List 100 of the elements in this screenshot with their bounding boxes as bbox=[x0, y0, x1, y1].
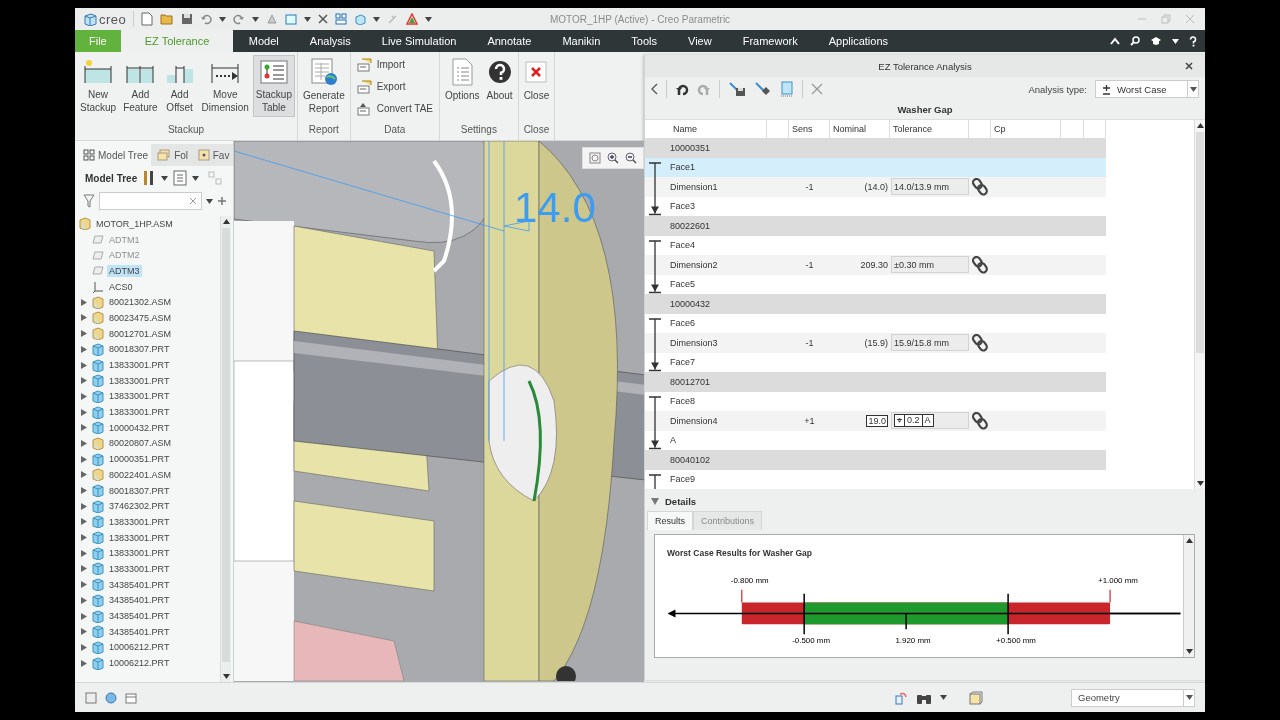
column-header[interactable]: Cp bbox=[994, 124, 1006, 134]
ribbon-button[interactable]: Stackup Table bbox=[252, 55, 295, 117]
table-row[interactable]: Dimension3 -1 (15.9) 15.9/15.8 mm bbox=[645, 333, 1106, 353]
ribbon-tab[interactable]: Analysis bbox=[294, 30, 367, 52]
details-tab[interactable]: Results bbox=[647, 511, 693, 530]
analysis-type-dropdown[interactable]: Worst Case bbox=[1095, 80, 1199, 98]
scrollbar-thumb[interactable] bbox=[222, 228, 230, 662]
ribbon-tab[interactable]: Tools bbox=[615, 30, 673, 52]
ribbon-tab[interactable]: View bbox=[672, 30, 728, 52]
tree-item[interactable]: 80021302.ASM bbox=[107, 296, 174, 309]
tolerance-field[interactable]: 14.0/13.9 mm bbox=[891, 178, 969, 196]
caret-icon[interactable] bbox=[206, 198, 213, 204]
column-header[interactable]: Nominal bbox=[833, 124, 866, 134]
tree-item[interactable]: 13833001.PRT bbox=[107, 562, 172, 575]
plus-icon[interactable] bbox=[217, 196, 227, 206]
tree-item[interactable]: 34385401.PRT bbox=[107, 578, 172, 591]
caret-icon[interactable] bbox=[192, 175, 200, 181]
search-field[interactable] bbox=[99, 192, 202, 210]
table-row[interactable]: Dimension4 +1 19.0 ⌖ 0.2 A bbox=[645, 411, 1106, 431]
panel-tab[interactable]: Fol bbox=[151, 144, 192, 166]
tree-item[interactable]: 34385401.PRT bbox=[107, 610, 172, 623]
ribbon-tab[interactable]: Model bbox=[233, 30, 295, 52]
new-file-icon[interactable] bbox=[141, 12, 154, 26]
column-header[interactable]: Sens bbox=[792, 124, 813, 134]
tree-item[interactable]: ADTM3 bbox=[107, 264, 142, 277]
section-header[interactable]: Details bbox=[665, 495, 697, 507]
panel-tab[interactable]: Model Tree bbox=[75, 144, 152, 166]
back-icon[interactable] bbox=[651, 83, 658, 95]
caret-icon[interactable] bbox=[1172, 38, 1179, 44]
tree-item[interactable]: 10006212.PRT bbox=[107, 657, 172, 670]
scroll-up-icon[interactable] bbox=[222, 219, 230, 224]
ribbon-button[interactable]: Add Feature bbox=[120, 55, 161, 117]
zoom-fit-icon[interactable] bbox=[589, 152, 601, 164]
tree-item[interactable]: 80022401.ASM bbox=[107, 468, 174, 481]
spin-icon[interactable] bbox=[894, 690, 908, 705]
help-icon[interactable] bbox=[1189, 35, 1197, 47]
box-view-icon[interactable] bbox=[969, 690, 983, 705]
appearance-icon[interactable] bbox=[406, 13, 419, 25]
caret-icon[interactable] bbox=[373, 16, 381, 22]
globe-icon[interactable] bbox=[105, 691, 117, 704]
close-icon[interactable] bbox=[1185, 62, 1193, 70]
folder-icon[interactable] bbox=[160, 13, 175, 25]
tree-item[interactable]: 34385401.PRT bbox=[107, 625, 172, 638]
ribbon-button[interactable]: Convert TAE bbox=[356, 100, 434, 117]
ribbon-button[interactable]: Add Offset bbox=[161, 55, 198, 117]
tree-item[interactable]: 34385401.PRT bbox=[107, 594, 172, 607]
panel-tab[interactable]: Fav bbox=[191, 144, 233, 166]
scroll-down-icon[interactable] bbox=[1196, 481, 1204, 486]
ribbon-button[interactable]: Move Dimension bbox=[198, 55, 252, 117]
tree-item[interactable]: 10006212.PRT bbox=[107, 641, 172, 654]
ribbon-button[interactable]: Generate Report bbox=[300, 55, 348, 117]
ribbon-tab[interactable]: Annotate bbox=[471, 30, 547, 52]
redo-icon[interactable] bbox=[233, 13, 246, 25]
tree-item[interactable]: 10000351.PRT bbox=[107, 453, 172, 466]
column-header[interactable]: Name bbox=[673, 124, 697, 134]
undo-icon[interactable] bbox=[675, 82, 689, 96]
tree-item[interactable]: MOTOR_1HP.ASM bbox=[94, 217, 175, 230]
tree-item[interactable]: 80012701.ASM bbox=[107, 327, 174, 340]
table-row[interactable]: Dimension2 -1 209.30 ±0.30 mm bbox=[645, 255, 1106, 275]
zoom-out-icon[interactable] bbox=[625, 152, 637, 164]
tree-item[interactable]: ACS0 bbox=[107, 280, 135, 293]
scroll-up-icon[interactable] bbox=[1196, 123, 1204, 128]
chain-link-icon[interactable] bbox=[972, 255, 988, 274]
filter-icon[interactable] bbox=[83, 194, 95, 208]
ribbon-button[interactable]: Import bbox=[356, 56, 434, 73]
collapse-ribbon-icon[interactable] bbox=[1110, 37, 1120, 45]
blocks-icon[interactable] bbox=[335, 13, 348, 25]
tree-item[interactable]: 80020807.ASM bbox=[107, 437, 174, 450]
ribbon-button[interactable]: Close bbox=[520, 55, 553, 117]
tree-item[interactable]: 37462302.PRT bbox=[107, 500, 172, 513]
ribbon-button[interactable]: Export bbox=[356, 78, 434, 95]
ribbon-button[interactable]: New Stackup bbox=[77, 55, 120, 117]
save-stack-icon[interactable] bbox=[728, 81, 746, 97]
caret-icon[interactable] bbox=[304, 16, 312, 22]
tree-item[interactable]: 80018307.PRT bbox=[107, 484, 172, 497]
stack-tool-icon[interactable] bbox=[754, 81, 772, 97]
scroll-down-icon[interactable] bbox=[222, 674, 230, 679]
ribbon-tab[interactable]: Framework bbox=[727, 30, 814, 52]
ribbon-tab[interactable]: Manikin bbox=[546, 30, 616, 52]
tree-item[interactable]: 13833001.PRT bbox=[107, 359, 172, 372]
tree-item[interactable]: 80018307.PRT bbox=[107, 343, 172, 356]
ribbon-button[interactable]: About bbox=[483, 55, 516, 117]
cross-icon[interactable] bbox=[318, 14, 329, 24]
tree-item[interactable]: 13833001.PRT bbox=[107, 547, 172, 560]
ribbon-tab[interactable]: Applications bbox=[813, 30, 904, 52]
chain-link-icon[interactable] bbox=[972, 177, 988, 196]
tolerance-field[interactable]: 15.9/15.8 mm bbox=[891, 334, 969, 352]
tree-item[interactable]: 80023475.ASM bbox=[107, 311, 174, 324]
cube-icon[interactable] bbox=[354, 13, 367, 25]
scroll-up-icon[interactable] bbox=[1185, 538, 1193, 543]
tolerance-field[interactable]: ±0.30 mm bbox=[891, 256, 969, 274]
mortarboard-icon[interactable] bbox=[1150, 36, 1162, 46]
chain-link-icon[interactable] bbox=[972, 333, 988, 352]
tree-item[interactable]: 13833001.PRT bbox=[107, 406, 172, 419]
filter-dropdown[interactable]: Geometry bbox=[1071, 688, 1195, 707]
chain-link-icon[interactable] bbox=[972, 411, 988, 430]
caret-icon[interactable] bbox=[425, 16, 433, 22]
workspace-icon[interactable] bbox=[125, 691, 137, 704]
collapse-icon[interactable] bbox=[651, 497, 659, 505]
caret-icon[interactable] bbox=[161, 175, 169, 181]
